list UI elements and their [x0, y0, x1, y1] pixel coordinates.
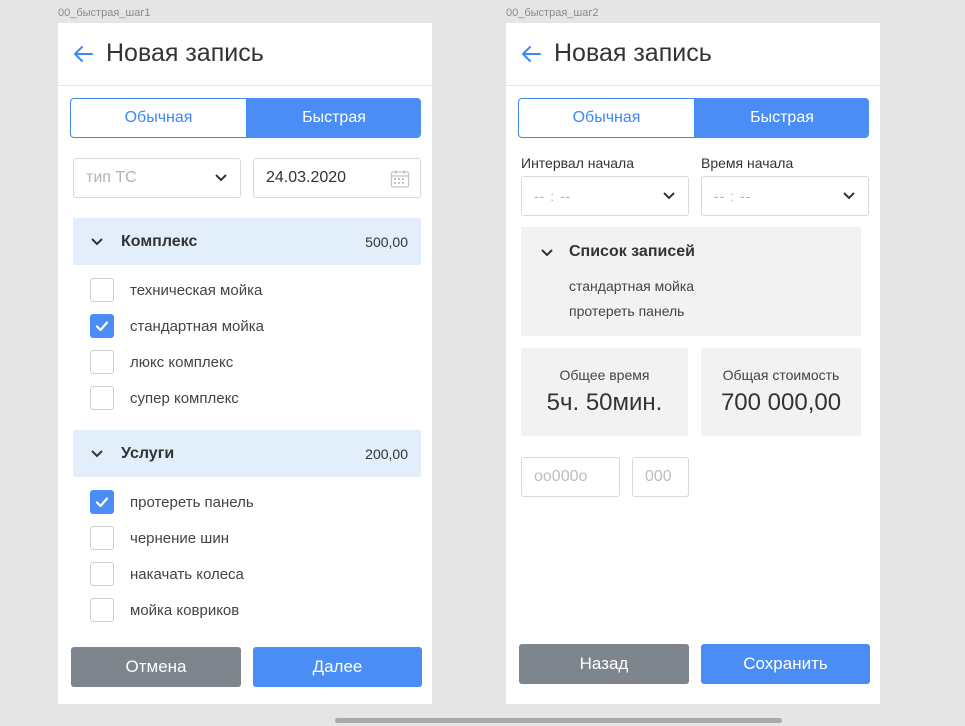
mode-switch: Обычная Быстрая	[518, 98, 869, 138]
back-button[interactable]: Назад	[519, 644, 689, 684]
records-title: Список записей	[569, 243, 695, 260]
checkmark-icon	[95, 321, 109, 332]
chevron-down-icon	[91, 238, 103, 246]
list-item: стандартная мойка	[569, 278, 695, 294]
list-item: чернение шин	[90, 526, 229, 550]
checkbox[interactable]	[90, 278, 114, 302]
calendar-icon[interactable]	[390, 169, 410, 189]
total-cost-card: Общая стоимость 700 000,00	[701, 348, 861, 436]
section-price: 200,00	[365, 446, 408, 462]
vehicle-type-select[interactable]: тип ТС	[73, 158, 241, 198]
date-value: 24.03.2020	[266, 169, 347, 186]
tab-regular[interactable]: Обычная	[70, 98, 247, 138]
start-time-select[interactable]: -- : --	[701, 176, 869, 216]
chevron-down-icon[interactable]	[540, 248, 554, 258]
checkbox-label: техническая мойка	[130, 281, 263, 299]
header: Новая запись	[506, 23, 880, 86]
checkbox[interactable]	[90, 562, 114, 586]
records-panel: Список записей стандартная мойка протере…	[521, 227, 861, 336]
plate-number-input[interactable]: оо000о	[521, 457, 620, 497]
list-item: люкс комплекс	[90, 350, 233, 374]
date-field[interactable]: 24.03.2020	[253, 158, 421, 198]
checkbox[interactable]	[90, 526, 114, 550]
back-arrow-icon[interactable]	[520, 43, 542, 65]
checkbox[interactable]	[90, 314, 114, 338]
tab-regular[interactable]: Обычная	[518, 98, 695, 138]
total-cost-value: 700 000,00	[720, 389, 842, 416]
list-item: техническая мойка	[90, 278, 262, 302]
cancel-button[interactable]: Отмена	[71, 647, 241, 687]
frame-label-step2: 00_быстрая_шаг2	[506, 7, 599, 19]
checkbox-label: протереть панель	[130, 493, 254, 511]
checkbox[interactable]	[90, 490, 114, 514]
screen-step2: Новая запись Обычная Быстрая Интервал на…	[506, 23, 880, 704]
section-title: Комплекс	[121, 233, 198, 250]
interval-value: -- : --	[534, 188, 572, 204]
chevron-down-icon	[663, 192, 675, 200]
start-time-value: -- : --	[714, 188, 752, 204]
checkbox-label: чернение шин	[130, 529, 229, 547]
checkmark-icon	[95, 497, 109, 508]
checkbox[interactable]	[90, 598, 114, 622]
horizontal-scrollbar[interactable]	[335, 718, 782, 723]
header: Новая запись	[58, 23, 432, 86]
section-complex-header[interactable]: Комплекс 500,00	[73, 218, 421, 265]
next-button[interactable]: Далее	[253, 647, 422, 687]
section-price: 500,00	[365, 234, 408, 250]
tab-quick[interactable]: Быстрая	[247, 98, 421, 138]
total-time-label: Общее время	[559, 367, 650, 383]
total-cost-label: Общая стоимость	[722, 367, 840, 383]
list-item: накачать колеса	[90, 562, 244, 586]
checkbox-label: люкс комплекс	[130, 353, 234, 371]
tab-quick[interactable]: Быстрая	[695, 98, 869, 138]
total-time-value: 5ч. 50мин.	[546, 389, 663, 416]
interval-select[interactable]: -- : --	[521, 176, 689, 216]
frame-label-step1: 00_быстрая_шаг1	[58, 7, 151, 19]
checkbox-label: мойка ковриков	[130, 601, 240, 619]
screen-step1: Новая запись Обычная Быстрая тип ТС 24.0…	[58, 23, 432, 704]
list-item: стандартная мойка	[90, 314, 264, 338]
list-item: мойка ковриков	[90, 598, 239, 622]
section-services-header[interactable]: Услуги 200,00	[73, 430, 421, 477]
plate-region-input[interactable]: 000	[632, 457, 689, 497]
section-title: Услуги	[121, 445, 175, 462]
back-arrow-icon[interactable]	[72, 43, 94, 65]
chevron-down-icon	[91, 450, 103, 458]
list-item: супер комплекс	[90, 386, 239, 410]
checkbox-label: накачать колеса	[130, 565, 244, 583]
list-item: протереть панель	[569, 303, 685, 319]
checkbox[interactable]	[90, 350, 114, 374]
interval-label: Интервал начала	[521, 155, 634, 171]
list-item: протереть панель	[90, 490, 254, 514]
checkbox[interactable]	[90, 386, 114, 410]
start-time-label: Время начала	[701, 155, 794, 171]
total-time-card: Общее время 5ч. 50мин.	[521, 348, 688, 436]
mode-switch: Обычная Быстрая	[70, 98, 421, 138]
checkbox-label: супер комплекс	[130, 389, 239, 407]
page-title: Новая запись	[554, 39, 712, 67]
save-button[interactable]: Сохранить	[701, 644, 870, 684]
vehicle-type-placeholder: тип ТС	[86, 169, 137, 186]
chevron-down-icon	[843, 192, 855, 200]
page-title: Новая запись	[106, 39, 264, 67]
checkbox-label: стандартная мойка	[130, 317, 264, 335]
chevron-down-icon	[215, 174, 227, 182]
